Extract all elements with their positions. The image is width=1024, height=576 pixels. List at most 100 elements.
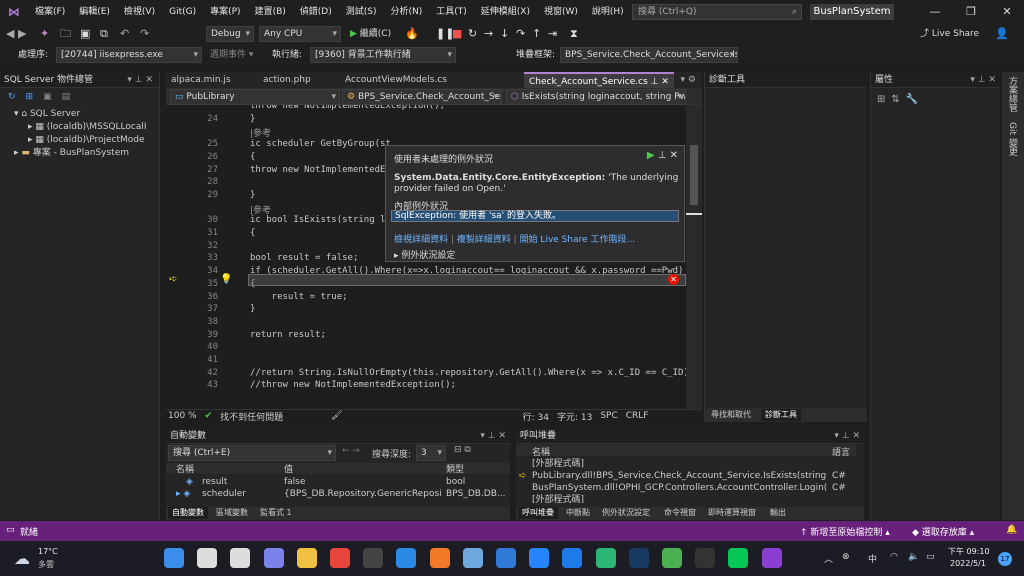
refresh-icon[interactable]: ↻	[8, 92, 16, 102]
tab-overflow-icon[interactable]: ▾ ⚙	[681, 75, 696, 85]
lightbulb-icon[interactable]: 💡	[220, 274, 232, 285]
close-icon[interactable]: ✕	[670, 150, 678, 161]
teams-chat-icon[interactable]	[263, 548, 284, 568]
callstack-row[interactable]: [外部程式碼]	[516, 494, 856, 503]
xampp-icon[interactable]	[429, 548, 450, 568]
tab-command-window[interactable]: 命令視窗	[660, 507, 700, 519]
side-tab-git-changes[interactable]: Git 變更	[1006, 122, 1019, 156]
code-line[interactable]: //return String.IsNullOrEmpty(this.repos…	[250, 368, 700, 378]
continue-button[interactable]: ▶ 繼續(C)	[350, 26, 391, 42]
code-line[interactable]: result = true;	[250, 292, 348, 302]
threads-icon[interactable]: ⧗	[570, 27, 578, 41]
weather-desc[interactable]: 多雲	[38, 559, 54, 570]
chrome-icon[interactable]	[330, 548, 350, 568]
hot-reload-icon[interactable]: 🔥	[405, 27, 419, 41]
code-line[interactable]: }	[250, 304, 255, 314]
code-line[interactable]: {	[250, 152, 255, 162]
menu-item[interactable]: 視窗(W)	[537, 0, 585, 24]
editor-scrollbar[interactable]	[686, 105, 702, 409]
code-line[interactable]: {	[250, 228, 255, 238]
weather-temp[interactable]: 17°C	[38, 547, 58, 556]
error-marker-icon[interactable]: ✕	[668, 274, 679, 285]
weather-cloud-icon[interactable]: ☁	[14, 549, 30, 568]
issues-status[interactable]: 找不到任何問題	[220, 410, 283, 423]
continue-icon[interactable]: ▶	[647, 150, 655, 161]
menu-item[interactable]: 編輯(E)	[72, 0, 117, 24]
menu-item[interactable]: Git(G)	[162, 0, 203, 24]
tab-action-php[interactable]: action.php	[258, 72, 316, 88]
close-button[interactable]: ✕	[990, 0, 1024, 24]
visual-studio-icon[interactable]	[761, 548, 782, 568]
restart-icon[interactable]: ↻	[468, 27, 477, 41]
vscode-icon[interactable]	[396, 548, 417, 568]
tab-immediate-window[interactable]: 即時運算視窗	[704, 507, 760, 519]
add-source-control-button[interactable]: ↑ 新增至原始檔控制 ▴	[800, 525, 890, 538]
step-over-icon[interactable]: ↷	[516, 27, 525, 41]
clock-date[interactable]: 2022/5/1	[950, 559, 986, 568]
search-icon[interactable]	[197, 548, 218, 568]
redo-icon[interactable]: ↷	[140, 27, 149, 41]
save-all-icon[interactable]: ⧉	[100, 27, 108, 41]
notepad-icon[interactable]	[462, 548, 483, 568]
autos-tool-icons[interactable]: ⊟ ⧉	[454, 445, 471, 455]
tray-app-icon[interactable]: ⊗	[842, 552, 850, 562]
step-into-icon[interactable]: ↓	[500, 27, 509, 41]
menu-item[interactable]: 檢視(V)	[117, 0, 162, 24]
zoom-level[interactable]: 100 %	[168, 411, 197, 421]
code-line[interactable]: //throw new NotImplementedException();	[250, 380, 456, 390]
tab-watch[interactable]: 監看式 1	[256, 507, 296, 519]
calendar-icon[interactable]	[496, 548, 516, 568]
account-icon[interactable]: 👤	[995, 27, 1009, 41]
search-input[interactable]: 搜尋 (Ctrl+Q) ⌕	[632, 4, 802, 20]
project-select[interactable]: ▭ PubLibrary	[170, 89, 340, 105]
wifi-icon[interactable]: ◠	[890, 552, 898, 562]
volume-icon[interactable]: 🔈	[908, 552, 919, 562]
new-item-icon[interactable]: ✦	[40, 27, 49, 41]
live-share-button[interactable]: ⤴ Live Share	[920, 26, 979, 42]
panel-pin-icon[interactable]: ▾ ⊥ ✕	[834, 428, 860, 444]
tab-call-stack[interactable]: 呼叫堆疊	[518, 507, 558, 519]
callstack-row[interactable]: BusPlanSystem.dll!OPHI_GCP.Controllers.A…	[516, 482, 856, 494]
tab-check-account-service[interactable]: Check_Account_Service.cs ⊥ ✕	[524, 72, 674, 88]
menu-item[interactable]: 建置(B)	[248, 0, 293, 24]
code-line[interactable]: return result;	[250, 330, 326, 340]
exception-settings-toggle[interactable]: ▸ 例外狀況設定	[394, 248, 455, 261]
virtualbox-icon[interactable]	[628, 548, 649, 568]
live-share-session-link[interactable]: 開始 Live Share 工作階段...	[520, 235, 636, 245]
pin-icon[interactable]: ⊥	[658, 150, 667, 161]
code-line[interactable]: |參考	[250, 126, 271, 139]
windows-start-icon[interactable]	[164, 548, 184, 568]
process-select[interactable]: [20744] iisexpress.exe	[56, 47, 202, 63]
menu-item[interactable]: 檔案(F)	[28, 0, 72, 24]
depth-select[interactable]: 3	[416, 445, 446, 461]
code-line[interactable]: ic scheduler GetByGroup(st	[250, 139, 391, 149]
undo-icon[interactable]: ↶	[120, 27, 129, 41]
mail-icon[interactable]	[562, 548, 583, 568]
autos-search-input[interactable]: 搜尋 (Ctrl+E)	[168, 445, 336, 461]
tray-chevron-icon[interactable]: ︿	[824, 552, 833, 565]
tree-item[interactable]: ▸ ▬ 專案 - BusPlanSystem	[0, 147, 159, 160]
save-icon[interactable]: ▣	[80, 27, 90, 41]
code-line[interactable]: }	[250, 190, 255, 200]
indent-mode[interactable]: SPC	[600, 411, 617, 421]
hex-icon[interactable]: ⇥	[548, 27, 557, 41]
panel-pin-icon[interactable]: ▾ ⊥ ✕	[127, 72, 153, 88]
line-icon[interactable]	[728, 548, 749, 568]
lifecycle-events[interactable]: 週期事件 ▾	[210, 47, 253, 63]
tab-find-replace[interactable]: 尋找和取代	[707, 409, 755, 421]
maximize-button[interactable]: ❐	[954, 0, 988, 24]
filter-icon[interactable]: ▤	[62, 92, 71, 102]
terminal-icon[interactable]	[363, 548, 384, 568]
tab-breakpoints[interactable]: 中斷點	[562, 507, 594, 519]
battery-icon[interactable]: ▭	[926, 552, 935, 562]
notification-badge[interactable]: 17	[998, 552, 1012, 566]
autos-row[interactable]: ▸ ◈ scheduler {BPS_DB.Repository.GenericRe…	[166, 488, 510, 500]
code-line[interactable]: ic bool IsExists(string lo	[250, 215, 391, 225]
notifications-icon[interactable]: 🔔	[1006, 525, 1017, 535]
show-next-statement-icon[interactable]: →	[484, 27, 493, 41]
callstack-row[interactable]: [外部程式碼]	[516, 458, 856, 470]
tab-output[interactable]: 輸出	[766, 507, 790, 519]
step-out-icon[interactable]: ↑	[532, 27, 541, 41]
ime-indicator[interactable]: 中	[868, 552, 877, 565]
add-server-icon[interactable]: ⊞	[26, 92, 34, 102]
